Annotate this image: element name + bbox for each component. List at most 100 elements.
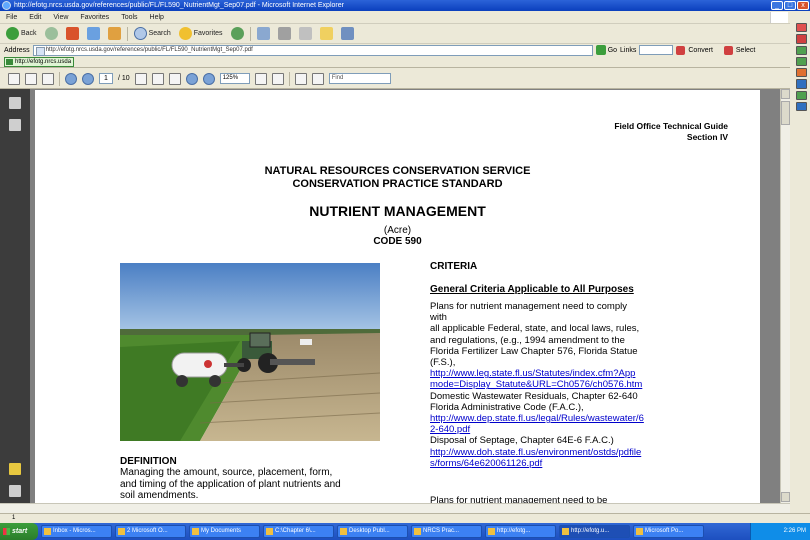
criteria-link-line[interactable]: http://www.doh.state.fl.us/environment/o… [430, 447, 644, 458]
email-icon[interactable] [42, 72, 54, 85]
links-label[interactable]: Links [620, 47, 636, 54]
minimize-button[interactable]: _ [771, 1, 783, 10]
zoom-in-icon[interactable] [202, 72, 215, 85]
select-button[interactable]: Select [736, 47, 755, 54]
taskbar-item[interactable]: Microsoft Po... [633, 525, 704, 538]
stop-icon [65, 27, 79, 40]
scroll-down-arrow[interactable] [781, 492, 790, 502]
x-icon[interactable] [795, 23, 807, 33]
address-input[interactable]: http://efotg.nrcs.usda.gov/references/pu… [32, 44, 593, 56]
tools-icon[interactable] [271, 72, 284, 85]
next-page-icon[interactable] [82, 72, 94, 85]
tractor-field-photo [120, 263, 380, 441]
menu-bar: File Edit View Favorites Tools Help [0, 11, 790, 24]
go-button[interactable]: Go [595, 45, 617, 55]
pdf-document-area[interactable]: Field Office Technical Guide Section IV … [30, 89, 780, 503]
check-icon[interactable] [795, 90, 807, 100]
word-icon[interactable] [795, 79, 807, 89]
open-link-tab[interactable]: http://efotg.nrcs.usda [4, 56, 74, 67]
taskbar-item[interactable]: C:\Chapter 6\... [263, 525, 334, 538]
convert-button[interactable]: Convert [688, 47, 713, 54]
history-icon [230, 27, 244, 40]
scroll-thumb[interactable] [781, 101, 790, 125]
excel-icon[interactable] [795, 45, 807, 55]
comments-icon[interactable] [9, 463, 21, 475]
criteria-continued: Plans for nutrient management need to be [430, 495, 608, 503]
zoom-tool-icon[interactable] [168, 72, 181, 85]
edit-button[interactable] [297, 26, 314, 42]
horizontal-scrollbar[interactable] [0, 503, 790, 513]
criteria-text-line: with [430, 312, 447, 324]
header-section: Section IV [686, 132, 728, 142]
favorites-button[interactable]: Favorites [177, 26, 225, 42]
links-field[interactable] [639, 45, 674, 55]
taskbar-item[interactable]: Inbox - Micros... [41, 525, 112, 538]
select-text-icon[interactable] [151, 72, 164, 85]
menu-edit[interactable]: Edit [29, 14, 41, 21]
maximize-button[interactable]: □ [784, 1, 796, 10]
pdf-toolbar: 1 / 10 125% Find [0, 69, 790, 89]
excel-icon-2[interactable] [795, 56, 807, 66]
menu-help[interactable]: Help [150, 14, 164, 21]
system-tray: 2:26 PM [750, 523, 810, 540]
criteria-link-line[interactable]: http://www.leg.state.fl.us/Statutes/inde… [430, 368, 644, 379]
criteria-link-line[interactable]: s/forms/64e620061126.pdf [430, 458, 644, 469]
powerpoint-icon[interactable] [795, 68, 807, 78]
previous-page-icon[interactable] [65, 72, 77, 85]
zoom-out-icon[interactable] [185, 72, 198, 85]
ie-window: http://efotg.nrcs.usda.gov/references/pu… [0, 0, 810, 540]
definition-body: Managing the amount, source, placement, … [120, 467, 341, 502]
menu-view[interactable]: View [53, 14, 68, 21]
criteria-link-line[interactable]: 2-640.pdf [430, 424, 644, 435]
forward-button[interactable] [43, 26, 60, 42]
start-button[interactable]: start [0, 523, 38, 540]
save-icon[interactable] [8, 72, 20, 85]
attachments-icon[interactable] [9, 485, 21, 497]
print-icon[interactable] [25, 72, 37, 85]
find-input[interactable]: Find [328, 73, 391, 84]
criteria-link-line[interactable]: http://www.dep.state.fl.us/legal/Rules/w… [430, 413, 644, 424]
close-button[interactable]: x [797, 1, 809, 10]
unit-label: (Acre) [383, 225, 412, 236]
mail-button[interactable] [255, 26, 272, 42]
vertical-scrollbar[interactable] [780, 89, 790, 503]
home-icon [107, 27, 121, 40]
menu-favorites[interactable]: Favorites [80, 14, 109, 21]
pages-icon[interactable] [9, 97, 21, 109]
taskbar-item[interactable]: Desktop Publ... [337, 525, 408, 538]
taskbar-item[interactable]: 2 Microsoft O... [115, 525, 186, 538]
edit-icon [298, 27, 312, 40]
pdf-select-icon [723, 45, 733, 55]
window-controls: _ □ x [771, 1, 809, 10]
home-button[interactable] [106, 26, 123, 42]
stop-button[interactable] [64, 26, 81, 42]
criteria-link-line[interactable]: mode=Display_Statute&URL=Ch0576/ch0576.h… [430, 379, 644, 390]
page-number-input[interactable]: 1 [99, 73, 113, 84]
taskbar-item[interactable]: http://efotg... [485, 525, 556, 538]
sign-icon[interactable] [254, 72, 267, 85]
taskbar-item[interactable]: My Documents [189, 525, 260, 538]
criteria-heading: CRITERIA [430, 261, 478, 272]
taskbar-item[interactable]: NRCS Prac... [411, 525, 482, 538]
pdf-icon[interactable] [795, 34, 807, 44]
refresh-button[interactable] [85, 26, 102, 42]
save-copy-icon[interactable] [294, 72, 307, 85]
hand-tool-icon[interactable] [134, 72, 147, 85]
go-arrow-icon [595, 45, 606, 55]
markup-icon[interactable] [311, 72, 324, 85]
search-button[interactable]: Search [132, 26, 173, 42]
pdf-convert-icon [676, 45, 686, 55]
scroll-up-arrow[interactable] [781, 89, 790, 99]
bookmarks-icon[interactable] [9, 119, 21, 131]
taskbar-item[interactable]: http://efotg.u... [559, 525, 630, 538]
word-icon-2[interactable] [795, 101, 807, 111]
back-button[interactable]: Back [4, 26, 39, 42]
folder-button[interactable] [318, 26, 335, 42]
print-button[interactable] [276, 26, 293, 42]
menu-file[interactable]: File [6, 14, 17, 21]
history-button[interactable] [229, 26, 246, 42]
search-label: Search [148, 30, 171, 37]
research-button[interactable] [339, 26, 356, 42]
zoom-level-select[interactable]: 125% [219, 73, 250, 84]
menu-tools[interactable]: Tools [121, 14, 137, 21]
